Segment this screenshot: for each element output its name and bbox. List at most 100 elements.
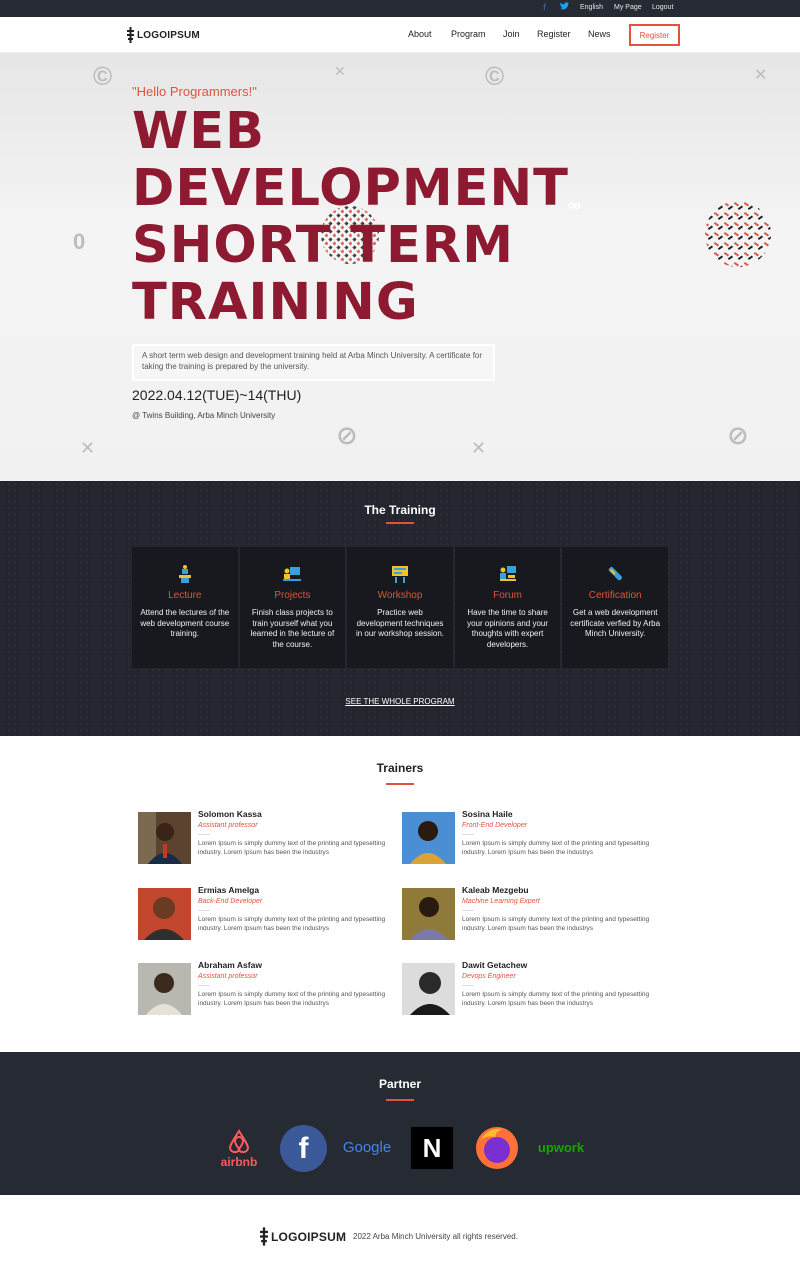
hero-title-line: SHORT TERM bbox=[132, 216, 514, 275]
upwork-logo[interactable]: upwork bbox=[537, 1136, 585, 1158]
event-date: 2022.04.12(TUE)~14(THU) bbox=[132, 387, 302, 403]
nav-join[interactable]: Join bbox=[503, 29, 520, 39]
card-text: Have the time to share your opinions and… bbox=[467, 608, 549, 649]
training-card-lecture[interactable]: Lecture Attend the lectures of the web d… bbox=[132, 547, 238, 668]
card-title: Projects bbox=[274, 590, 311, 601]
card-text: Attend the lectures of the web developme… bbox=[140, 608, 230, 638]
divider bbox=[462, 985, 474, 986]
trainer-bio: Lorem Ipsum is simply dummy text of the … bbox=[462, 916, 650, 932]
register-button[interactable]: Register bbox=[629, 24, 680, 46]
title-underline bbox=[386, 1099, 414, 1101]
trainer-role: Assistant professor bbox=[198, 973, 258, 980]
trainer-name: Sosina Haile bbox=[462, 809, 513, 819]
training-card-workshop[interactable]: Workshop Practice web development techni… bbox=[347, 547, 453, 668]
airbnb-logo[interactable]: airbnb bbox=[218, 1126, 260, 1172]
trainer-bio: Lorem Ipsum is simply dummy text of the … bbox=[198, 916, 386, 932]
trainer-bio: Lorem Ipsum is simply dummy text of the … bbox=[198, 840, 386, 856]
nav-register[interactable]: Register bbox=[537, 29, 571, 39]
trainer-role: Back-End Developer bbox=[198, 898, 263, 905]
divider bbox=[462, 910, 474, 911]
training-card-certification[interactable]: Certification Get a web development cert… bbox=[562, 547, 668, 668]
site-header: LOGOIPSUM About Program Join Register Ne… bbox=[0, 17, 800, 53]
copyright-deco-icon: © bbox=[485, 61, 505, 91]
trainer-card[interactable]: Abraham Asfaw Assistant professor Lorem … bbox=[138, 960, 388, 1015]
training-card-projects[interactable]: Projects Finish class projects to train … bbox=[239, 547, 346, 668]
projects-icon bbox=[240, 564, 346, 584]
logo-text: LOGOIPSUM bbox=[271, 1229, 347, 1244]
copyright-deco-icon: © bbox=[93, 61, 113, 91]
divider bbox=[198, 834, 210, 835]
trainer-card[interactable]: Solomon Kassa Assistant professor Lorem … bbox=[138, 809, 388, 864]
facebook-logo[interactable]: f bbox=[280, 1125, 327, 1172]
partner-title: Partner bbox=[378, 1077, 422, 1091]
no-sign-deco-icon: ⊘ bbox=[336, 420, 358, 450]
trainer-bio: Lorem Ipsum is simply dummy text of the … bbox=[198, 991, 386, 1007]
site-logo[interactable]: LOGOIPSUM bbox=[127, 27, 200, 43]
nav-news[interactable]: News bbox=[588, 29, 611, 39]
partner-section: Partner airbnb f Google N upwork bbox=[0, 1052, 800, 1195]
nav-about[interactable]: About bbox=[408, 29, 432, 39]
forum-icon bbox=[455, 564, 561, 584]
copyright-text: 2022 Arba Minch University all rights re… bbox=[353, 1232, 518, 1241]
trainer-role: Machine Learning Expert bbox=[462, 898, 540, 905]
hero-greeting: "Hello Programmers!" bbox=[132, 84, 257, 99]
divider bbox=[462, 834, 474, 835]
my-page-link[interactable]: My Page bbox=[614, 4, 642, 11]
hero-title-line: WEB bbox=[132, 102, 265, 161]
event-location: @ Twins Building, Arba Minch University bbox=[132, 411, 276, 420]
logo-icon bbox=[127, 27, 134, 43]
firefox-logo[interactable] bbox=[473, 1124, 520, 1171]
card-text: Get a web development certificate verfie… bbox=[570, 608, 661, 638]
nav-program[interactable]: Program bbox=[451, 29, 486, 39]
trainer-photo bbox=[402, 963, 455, 1015]
trainer-name: Kaleab Mezgebu bbox=[462, 885, 529, 895]
trainer-role: Devops Engineer bbox=[462, 973, 516, 980]
cross-deco-icon: ✕ bbox=[80, 438, 96, 458]
facebook-letter: f bbox=[298, 1131, 309, 1165]
pattern-circle-deco bbox=[705, 201, 771, 267]
cross-deco-icon: ✕ bbox=[334, 63, 346, 79]
trainer-name: Dawit Getachew bbox=[462, 960, 528, 970]
hero-title-line: DEVELOPMENT bbox=[132, 159, 569, 218]
twitter-icon[interactable] bbox=[560, 2, 569, 12]
google-logo[interactable]: Google bbox=[343, 1136, 391, 1158]
trainer-photo bbox=[402, 812, 455, 864]
trainer-photo bbox=[138, 888, 191, 940]
top-bar: f English My Page Logout bbox=[0, 0, 800, 17]
footer-logo[interactable]: LOGOIPSUM bbox=[260, 1227, 346, 1246]
divider bbox=[198, 910, 210, 911]
card-text: Practice web development techniques in o… bbox=[355, 608, 444, 638]
cross-deco-icon: ✕ bbox=[754, 67, 768, 84]
no-sign-deco-icon: ⊘ bbox=[727, 420, 749, 450]
trainers-section: Trainers Solomon Kassa Assistant profess… bbox=[0, 736, 800, 1052]
trainer-role: Front-End Developer bbox=[462, 822, 527, 829]
zero-deco-icon: 0 bbox=[73, 229, 86, 254]
training-card-forum[interactable]: Forum Have the time to share your opinio… bbox=[454, 547, 561, 668]
trainer-card[interactable]: Ermias Amelga Back-End Developer Lorem I… bbox=[138, 885, 388, 940]
trainer-bio: Lorem Ipsum is simply dummy text of the … bbox=[462, 991, 650, 1007]
card-text: Finish class projects to train yourself … bbox=[250, 608, 335, 649]
title-underline bbox=[386, 522, 414, 524]
trainer-card[interactable]: Sosina Haile Front-End Developer Lorem I… bbox=[402, 809, 652, 864]
trainer-card[interactable]: Dawit Getachew Devops Engineer Lorem Ips… bbox=[402, 960, 652, 1015]
workshop-icon bbox=[347, 564, 453, 584]
language-link[interactable]: English bbox=[580, 4, 603, 11]
airbnb-text: airbnb bbox=[220, 1155, 258, 1169]
hero-title: WEB DEVELOPMENT SHORT TERM TRAINING bbox=[132, 103, 612, 331]
google-text: Google bbox=[342, 1138, 392, 1156]
logo-icon bbox=[260, 1227, 268, 1246]
card-title: Lecture bbox=[168, 590, 202, 601]
certification-icon bbox=[562, 564, 668, 584]
notion-logo[interactable]: N bbox=[411, 1127, 453, 1169]
trainer-card[interactable]: Kaleab Mezgebu Machine Learning Expert L… bbox=[402, 885, 652, 940]
trainer-photo bbox=[138, 963, 191, 1015]
card-title: Workshop bbox=[377, 590, 423, 601]
see-program-link[interactable]: SEE THE WHOLE PROGRAM bbox=[0, 697, 800, 706]
notion-letter: N bbox=[422, 1132, 442, 1163]
hero-title-line: TRAINING bbox=[132, 273, 419, 332]
logout-link[interactable]: Logout bbox=[652, 4, 673, 11]
upwork-text: upwork bbox=[537, 1139, 585, 1155]
facebook-icon[interactable]: f bbox=[543, 2, 546, 12]
lecture-icon bbox=[132, 564, 238, 584]
trainer-name: Abraham Asfaw bbox=[198, 960, 262, 970]
